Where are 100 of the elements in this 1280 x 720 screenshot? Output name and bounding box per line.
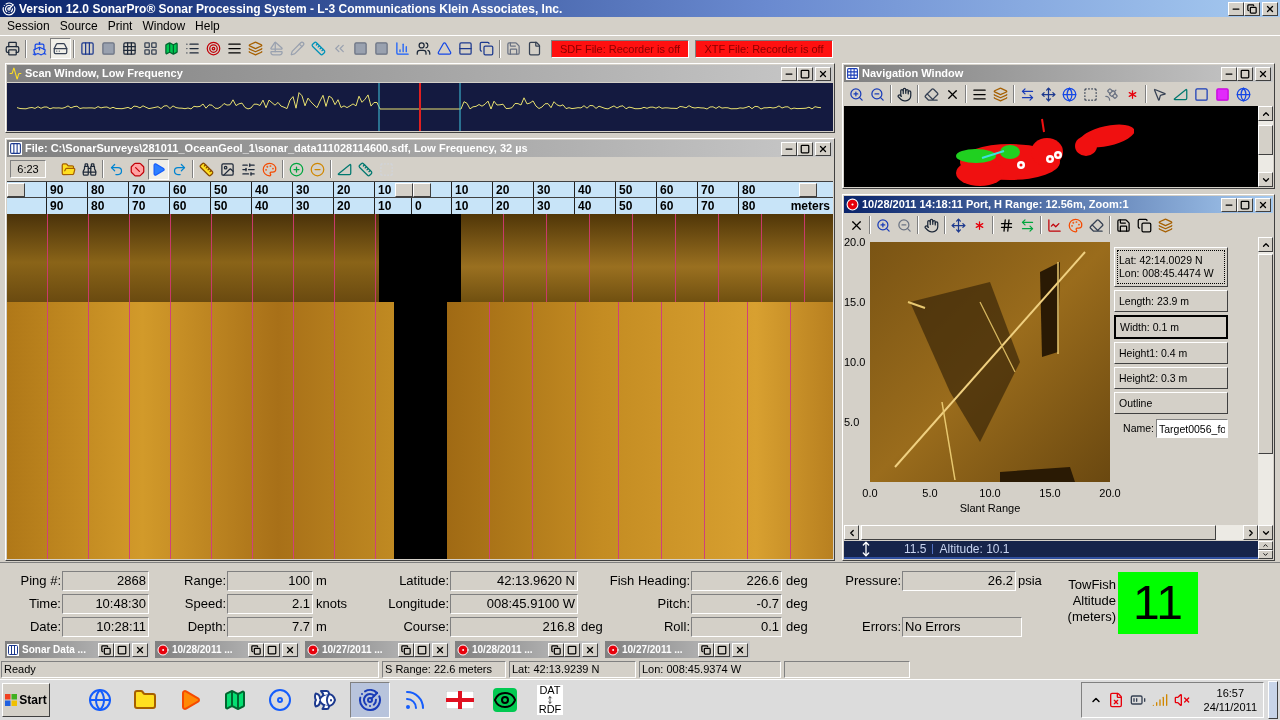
move-icon[interactable] bbox=[1041, 86, 1056, 102]
close-button[interactable] bbox=[1255, 197, 1271, 212]
stacked-squares-icon[interactable] bbox=[1137, 217, 1152, 233]
zoom-out-icon[interactable] bbox=[897, 217, 912, 233]
maximize-button[interactable] bbox=[797, 66, 813, 81]
battery-icon[interactable] bbox=[1129, 692, 1146, 708]
scroll-up-button[interactable] bbox=[1258, 106, 1273, 121]
layers-icon[interactable] bbox=[993, 86, 1008, 102]
layers-icon[interactable] bbox=[1158, 217, 1173, 233]
document-x-icon[interactable] bbox=[1107, 692, 1124, 708]
measurement-button[interactable]: Outline bbox=[1114, 392, 1228, 414]
restore-button[interactable] bbox=[398, 642, 414, 657]
ship-icon bbox=[32, 41, 47, 56]
close-button[interactable] bbox=[432, 642, 448, 657]
hand-icon[interactable] bbox=[897, 86, 912, 102]
clock-date[interactable]: 24/11/2011 bbox=[1203, 700, 1257, 714]
satellite-icon[interactable] bbox=[1104, 86, 1119, 102]
axis-tick-label: 10.0 bbox=[844, 356, 867, 368]
menu-item[interactable]: Help bbox=[190, 18, 225, 34]
scale-handle[interactable] bbox=[413, 182, 431, 197]
maximize-icon bbox=[117, 644, 127, 655]
close-button[interactable] bbox=[582, 642, 598, 657]
maximize-button[interactable] bbox=[797, 141, 813, 156]
zoom-in-icon[interactable] bbox=[876, 217, 891, 233]
close-button[interactable] bbox=[282, 642, 298, 657]
pointer-icon[interactable] bbox=[1152, 86, 1167, 102]
maximize-button[interactable] bbox=[1237, 197, 1253, 212]
mute-icon[interactable] bbox=[1173, 692, 1190, 708]
restore-button[interactable] bbox=[248, 642, 264, 657]
taskbar-button[interactable] bbox=[350, 682, 390, 718]
minimize-button[interactable] bbox=[1221, 197, 1237, 212]
chart-icon bbox=[395, 41, 410, 56]
menu-item[interactable]: Print bbox=[102, 18, 138, 34]
restore-button[interactable] bbox=[548, 642, 564, 657]
save-icon[interactable] bbox=[1116, 217, 1131, 233]
zoom-in-icon[interactable] bbox=[849, 86, 864, 102]
altitude-label: TowFish Altitude (meters) bbox=[1066, 577, 1116, 626]
hand-icon[interactable] bbox=[924, 217, 939, 233]
restore-button[interactable] bbox=[98, 642, 114, 657]
arrows-icon[interactable] bbox=[1020, 86, 1035, 102]
scroll-down-button[interactable] bbox=[1258, 525, 1273, 540]
square-icon[interactable] bbox=[1194, 86, 1209, 102]
scale-handle[interactable] bbox=[799, 182, 817, 197]
globe-icon[interactable] bbox=[1236, 86, 1251, 102]
scroll-down-button[interactable] bbox=[1258, 172, 1273, 187]
line-chart-icon[interactable] bbox=[1047, 217, 1062, 233]
eraser-icon[interactable] bbox=[1089, 217, 1104, 233]
scrollbar-thumb[interactable] bbox=[1258, 125, 1273, 155]
close-button[interactable] bbox=[732, 642, 748, 657]
close-icon bbox=[1265, 3, 1275, 14]
spin-up-button[interactable] bbox=[1258, 541, 1273, 550]
globe-icon[interactable] bbox=[1062, 86, 1077, 102]
spin-down-button[interactable] bbox=[1258, 550, 1273, 559]
clock-time[interactable]: 16:57 bbox=[1216, 686, 1245, 700]
scroll-right-button[interactable] bbox=[1243, 525, 1258, 540]
menu-item[interactable]: Window bbox=[137, 18, 191, 34]
minimize-button[interactable] bbox=[781, 66, 797, 81]
restore-button[interactable] bbox=[1244, 1, 1260, 16]
scale-handle[interactable] bbox=[7, 182, 25, 197]
move-icon[interactable] bbox=[951, 217, 966, 233]
maximize-button[interactable] bbox=[114, 642, 130, 657]
close-button[interactable] bbox=[1262, 1, 1278, 16]
measurement-button[interactable]: Height2: 0.3 m bbox=[1114, 367, 1228, 389]
measurement-button[interactable]: Height1: 0.4 m bbox=[1114, 342, 1228, 364]
maximize-button[interactable] bbox=[414, 642, 430, 657]
zoom-out-icon[interactable] bbox=[870, 86, 885, 102]
scale-handle[interactable] bbox=[395, 182, 413, 197]
square-icon bbox=[374, 41, 389, 56]
show-desktop-button[interactable] bbox=[1268, 681, 1278, 719]
menu-item[interactable]: Session bbox=[2, 18, 55, 34]
measurement-button[interactable]: Length: 23.9 m bbox=[1114, 290, 1228, 312]
name-field[interactable]: Target0056_fo bbox=[1156, 419, 1228, 438]
close-button[interactable] bbox=[132, 642, 148, 657]
minimize-button[interactable] bbox=[1221, 66, 1237, 81]
minimize-button[interactable] bbox=[781, 141, 797, 156]
close-button[interactable] bbox=[815, 66, 831, 81]
scrollbar-thumb[interactable] bbox=[1258, 254, 1273, 454]
scroll-left-button[interactable] bbox=[844, 525, 859, 540]
close-button[interactable] bbox=[815, 141, 831, 156]
menu-item[interactable]: Source bbox=[54, 18, 103, 34]
minimize-button[interactable] bbox=[1228, 1, 1244, 16]
measurement-button[interactable]: Lat: 42:14.0029 N Lon: 008:45.4474 W bbox=[1114, 247, 1228, 287]
flag-icon bbox=[5, 694, 18, 706]
lines-icon[interactable] bbox=[972, 86, 987, 102]
eraser-icon[interactable] bbox=[924, 86, 939, 102]
square-icon[interactable] bbox=[1215, 86, 1230, 102]
scroll-up-button[interactable] bbox=[1258, 237, 1273, 252]
restore-button[interactable] bbox=[698, 642, 714, 657]
toolbar-button[interactable] bbox=[50, 38, 71, 59]
maximize-button[interactable] bbox=[564, 642, 580, 657]
maximize-button[interactable] bbox=[714, 642, 730, 657]
triangle-icon bbox=[437, 41, 452, 56]
start-button[interactable]: Start bbox=[2, 683, 50, 717]
measurement-button[interactable]: Width: 0.1 m bbox=[1114, 315, 1228, 339]
field-value: 226.6 bbox=[691, 570, 782, 591]
dashed-square-icon[interactable] bbox=[1083, 86, 1098, 102]
close-button[interactable] bbox=[1255, 66, 1271, 81]
hash-icon[interactable] bbox=[999, 217, 1014, 233]
maximize-button[interactable] bbox=[264, 642, 280, 657]
maximize-button[interactable] bbox=[1237, 66, 1253, 81]
